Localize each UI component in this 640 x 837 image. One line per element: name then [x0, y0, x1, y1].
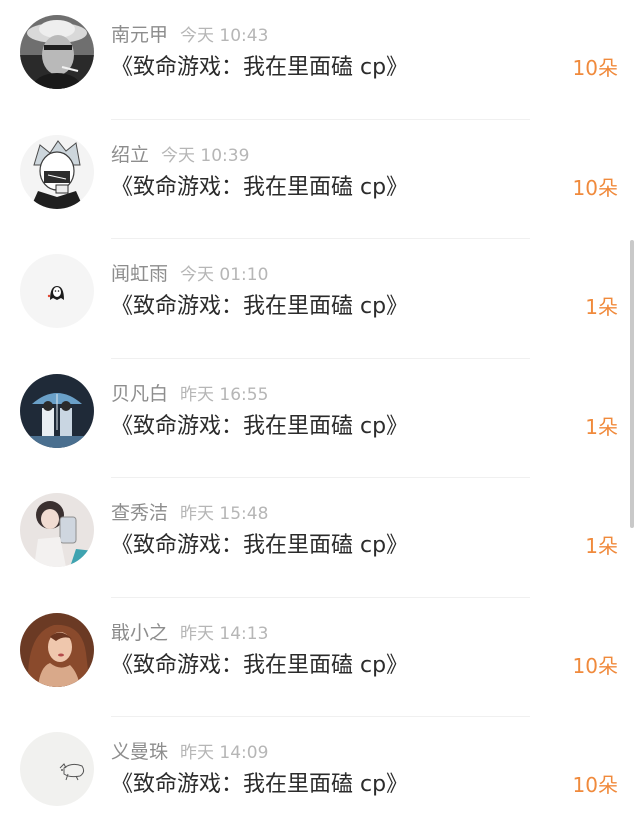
sender-name: 戢小之 [111, 621, 169, 644]
selfie-girl-avatar[interactable] [20, 493, 94, 567]
flower-count: 1朵 [585, 414, 618, 439]
sender-name: 义曼珠 [111, 741, 169, 763]
sender-line: 义曼珠 昨天 14:09 [111, 739, 268, 765]
flower-count: 1朵 [585, 295, 618, 319]
flower-count: 1朵 [585, 534, 618, 558]
vertical-scrollbar[interactable] [630, 240, 634, 528]
timestamp: 今天 10:43 [180, 26, 269, 46]
book-title: 《致命游戏：我在里面磕 cp》 [111, 174, 409, 200]
sender-line: 绍立 今天 10:39 [111, 142, 249, 168]
sender-line: 南元甲 今天 10:43 [111, 22, 268, 48]
book-title: 《致命游戏：我在里面磕 cp》 [111, 652, 409, 678]
list-item[interactable]: 义曼珠 昨天 14:09 《致命游戏：我在里面磕 cp》 10朵 [0, 717, 640, 837]
book-title: 《致命游戏：我在里面磕 cp》 [111, 772, 409, 797]
flower-count: 10朵 [572, 773, 618, 797]
flower-count: 10朵 [572, 653, 618, 678]
sender-line: 戢小之 昨天 14:13 [111, 620, 268, 646]
list-item[interactable]: 绍立 今天 10:39 《致命游戏：我在里面磕 cp》 10朵 [0, 120, 640, 239]
umbrella-couple-avatar[interactable] [20, 373, 94, 448]
timestamp: 昨天 15:48 [180, 504, 269, 524]
timestamp: 昨天 14:09 [180, 743, 269, 763]
book-title: 《致命游戏：我在里面磕 cp》 [111, 294, 409, 319]
anime-boy-avatar[interactable] [20, 134, 94, 209]
sender-name: 闻虹雨 [111, 263, 169, 285]
long-hair-woman-avatar[interactable] [20, 612, 94, 687]
list-item[interactable]: 南元甲 今天 10:43 《致命游戏：我在里面磕 cp》 10朵 [0, 0, 640, 120]
sender-line: 贝凡白 昨天 16:55 [111, 381, 268, 407]
timestamp: 今天 10:39 [161, 145, 250, 166]
sketch-cat-avatar[interactable] [20, 732, 94, 806]
sender-name: 贝凡白 [111, 382, 169, 405]
book-title: 《致命游戏：我在里面磕 cp》 [111, 55, 409, 80]
list-item[interactable]: 戢小之 昨天 14:13 《致命游戏：我在里面磕 cp》 10朵 [0, 598, 640, 717]
book-title: 《致命游戏：我在里面磕 cp》 [111, 533, 409, 558]
flower-count: 10朵 [572, 56, 618, 80]
timestamp: 今天 01:10 [180, 265, 269, 285]
timestamp: 昨天 14:13 [180, 623, 269, 644]
list-item[interactable]: 查秀洁 昨天 15:48 《致命游戏：我在里面磕 cp》 1朵 [0, 478, 640, 598]
list-item[interactable]: 闻虹雨 今天 01:10 《致命游戏：我在里面磕 cp》 1朵 [0, 239, 640, 359]
sender-name: 查秀洁 [111, 502, 169, 524]
sender-line: 查秀洁 昨天 15:48 [111, 500, 268, 526]
gift-record-list: 南元甲 今天 10:43 《致命游戏：我在里面磕 cp》 10朵 绍立 今天 10:… [0, 0, 640, 837]
sender-name: 绍立 [111, 143, 150, 166]
man-with-hat-avatar[interactable] [20, 15, 94, 89]
flower-count: 10朵 [572, 175, 618, 200]
small-ghost-avatar[interactable] [20, 254, 94, 328]
timestamp: 昨天 16:55 [180, 384, 269, 405]
list-item[interactable]: 贝凡白 昨天 16:55 《致命游戏：我在里面磕 cp》 1朵 [0, 359, 640, 478]
sender-name: 南元甲 [111, 24, 169, 46]
book-title: 《致命游戏：我在里面磕 cp》 [111, 413, 409, 439]
sender-line: 闻虹雨 今天 01:10 [111, 261, 268, 287]
